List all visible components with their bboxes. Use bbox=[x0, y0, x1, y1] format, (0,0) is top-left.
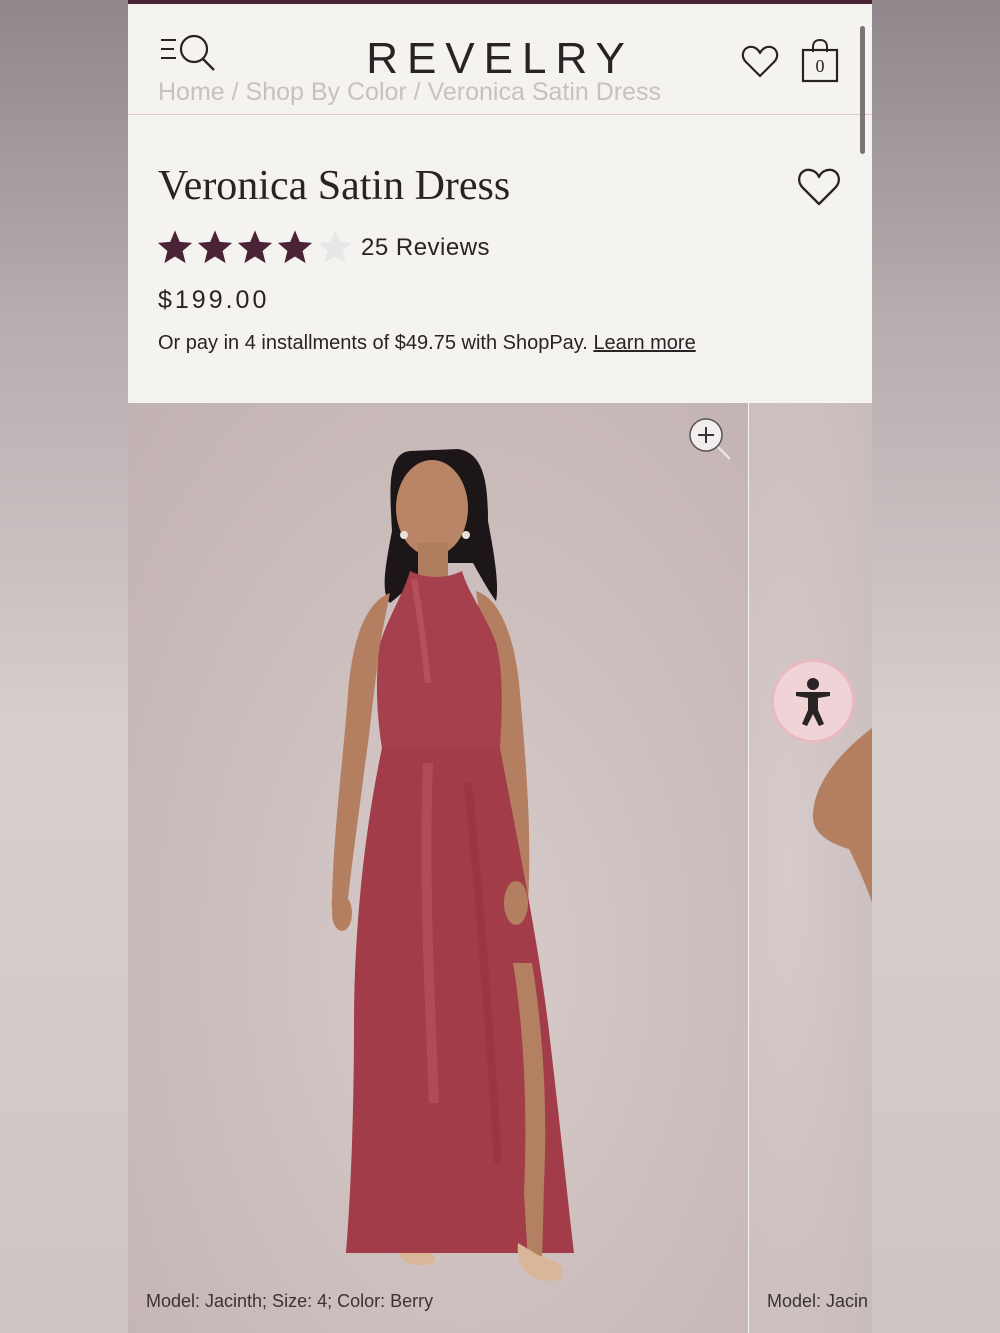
product-price: $199.00 bbox=[158, 286, 270, 314]
image-caption: Model: Jacinth; Size: 4; Color: Berry bbox=[146, 1291, 434, 1311]
star-filled-icon bbox=[157, 230, 193, 264]
installments-info: Or pay in 4 installments of $49.75 with … bbox=[158, 332, 696, 355]
product-title: Veronica Satin Dress bbox=[158, 163, 511, 209]
add-to-wishlist-heart-icon[interactable] bbox=[796, 166, 842, 208]
site-header: REVELRY 0 Home / Shop By Color / Veronic… bbox=[128, 4, 872, 154]
breadcrumb-shop-by-color[interactable]: Shop By Color bbox=[246, 78, 407, 106]
wishlist-heart-icon[interactable] bbox=[740, 42, 780, 82]
breadcrumb-separator: / bbox=[406, 78, 428, 106]
installments-text: Or pay in 4 installments of $49.75 with … bbox=[158, 332, 588, 354]
page-backdrop-right bbox=[872, 0, 1000, 1333]
breadcrumb-home[interactable]: Home bbox=[158, 78, 225, 106]
breadcrumb-current: Veronica Satin Dress bbox=[427, 78, 662, 106]
learn-more-link[interactable]: Learn more bbox=[593, 332, 695, 354]
image-caption: Model: Jacin bbox=[767, 1291, 869, 1311]
mobile-page: REVELRY 0 Home / Shop By Color / Veronic… bbox=[128, 0, 872, 1333]
gallery-slide-next[interactable]: Model: Jacin bbox=[749, 403, 872, 1333]
breadcrumb: Home / Shop By Color / Veronica Satin Dr… bbox=[158, 78, 661, 107]
model-photo bbox=[331, 449, 574, 1281]
breadcrumb-separator: / bbox=[224, 78, 246, 106]
reviews-link[interactable]: 25 Reviews bbox=[361, 234, 490, 262]
model-photo-partial bbox=[812, 728, 872, 903]
bag-count-badge: 0 bbox=[815, 56, 825, 76]
accessibility-icon[interactable] bbox=[771, 659, 855, 743]
star-filled-icon bbox=[277, 230, 313, 264]
product-image-gallery[interactable]: Model: Jacinth; Size: 4; Color: Berry Mo… bbox=[128, 403, 872, 1333]
rating-stars[interactable] bbox=[156, 228, 354, 270]
star-filled-icon bbox=[237, 230, 273, 264]
scrollbar[interactable] bbox=[860, 26, 865, 154]
gallery-slide[interactable]: Model: Jacinth; Size: 4; Color: Berry bbox=[128, 403, 748, 1333]
star-filled-icon bbox=[197, 230, 233, 264]
star-empty-icon bbox=[317, 230, 353, 264]
shopping-bag-icon[interactable]: 0 bbox=[800, 38, 840, 84]
zoom-in-icon[interactable] bbox=[686, 417, 734, 465]
page-backdrop-left bbox=[0, 0, 128, 1333]
